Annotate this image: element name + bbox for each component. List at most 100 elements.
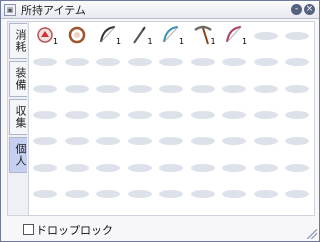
empty-slot-icon bbox=[159, 189, 183, 198]
item-quantity: 1 bbox=[242, 37, 248, 46]
item-slot[interactable] bbox=[219, 129, 249, 151]
drop-lock-checkbox[interactable] bbox=[23, 224, 34, 235]
item-slot[interactable] bbox=[156, 50, 186, 72]
item-slot[interactable] bbox=[93, 50, 123, 72]
item-slot[interactable] bbox=[251, 77, 281, 99]
empty-slot-icon bbox=[285, 58, 309, 67]
empty-slot-icon bbox=[285, 189, 309, 198]
category-tabs: 消耗 装備 収集 個人 bbox=[8, 22, 29, 215]
empty-slot-icon bbox=[64, 110, 89, 119]
item-slot[interactable]: 1 bbox=[125, 24, 155, 46]
item-slot[interactable] bbox=[125, 182, 155, 204]
tab-personal[interactable]: 個人 bbox=[9, 137, 27, 173]
title-bar[interactable]: ▣ 所持アイテム - × bbox=[1, 1, 319, 19]
item-slot[interactable] bbox=[156, 103, 186, 125]
item-slot[interactable] bbox=[125, 103, 155, 125]
item-slot[interactable]: 1 bbox=[93, 24, 123, 46]
item-slot[interactable] bbox=[62, 129, 92, 151]
item-slot[interactable] bbox=[93, 156, 123, 178]
item-slot[interactable] bbox=[30, 156, 60, 178]
item-slot[interactable] bbox=[93, 129, 123, 151]
item-slot[interactable] bbox=[62, 77, 92, 99]
resize-handle-icon[interactable] bbox=[307, 229, 317, 239]
item-slot[interactable]: 1 bbox=[188, 24, 218, 46]
empty-slot-icon bbox=[33, 110, 57, 119]
empty-slot-icon bbox=[96, 163, 120, 172]
item-slot[interactable] bbox=[282, 77, 312, 99]
item-slot[interactable] bbox=[125, 156, 155, 178]
empty-slot-icon bbox=[222, 163, 246, 172]
item-slot[interactable] bbox=[219, 77, 249, 99]
item-slot[interactable] bbox=[282, 156, 312, 178]
item-slot[interactable] bbox=[219, 50, 249, 72]
empty-slot-icon bbox=[222, 189, 246, 198]
item-slot[interactable] bbox=[188, 129, 218, 151]
empty-slot-icon bbox=[127, 163, 152, 172]
item-slot[interactable] bbox=[251, 182, 281, 204]
item-slot[interactable] bbox=[188, 50, 218, 72]
item-slot[interactable] bbox=[93, 77, 123, 99]
item-slot[interactable] bbox=[125, 77, 155, 99]
empty-slot-icon bbox=[190, 137, 215, 146]
close-button[interactable]: × bbox=[304, 4, 315, 15]
item-slot[interactable] bbox=[188, 156, 218, 178]
item-slot[interactable] bbox=[219, 103, 249, 125]
item-slot[interactable] bbox=[156, 156, 186, 178]
minimize-button[interactable]: - bbox=[291, 4, 302, 15]
empty-slot-icon bbox=[190, 163, 215, 172]
item-slot[interactable] bbox=[188, 182, 218, 204]
empty-slot-icon bbox=[222, 137, 246, 146]
tab-consumable[interactable]: 消耗 bbox=[9, 23, 27, 59]
empty-slot-icon bbox=[253, 32, 278, 40]
inventory-window: ▣ 所持アイテム - × 消耗 装備 収集 個人 1 1 1 1 1 1 ドロップロック bbox=[0, 0, 320, 242]
drop-lock-label: ドロップロック bbox=[36, 224, 113, 237]
item-slot[interactable] bbox=[282, 129, 312, 151]
item-slot[interactable]: 1 bbox=[30, 24, 60, 46]
item-slot[interactable] bbox=[156, 129, 186, 151]
ring-bow-icon[interactable] bbox=[66, 24, 88, 46]
item-slot[interactable] bbox=[251, 24, 281, 46]
item-slot[interactable] bbox=[219, 156, 249, 178]
empty-slot-icon bbox=[285, 110, 309, 119]
item-slot[interactable]: 1 bbox=[219, 24, 249, 46]
tab-collection[interactable]: 収集 bbox=[9, 99, 27, 135]
item-slot[interactable] bbox=[282, 24, 312, 46]
empty-slot-icon bbox=[285, 163, 309, 172]
item-slot[interactable] bbox=[30, 103, 60, 125]
item-slot[interactable] bbox=[188, 103, 218, 125]
empty-slot-icon bbox=[96, 137, 120, 146]
empty-slot-icon bbox=[222, 58, 246, 67]
item-slot[interactable] bbox=[30, 50, 60, 72]
item-slot[interactable]: 1 bbox=[156, 24, 186, 46]
item-slot[interactable] bbox=[62, 103, 92, 125]
item-slot[interactable] bbox=[282, 50, 312, 72]
tab-equipment[interactable]: 装備 bbox=[9, 61, 27, 97]
item-slot[interactable] bbox=[30, 182, 60, 204]
item-slot[interactable] bbox=[30, 77, 60, 99]
item-quantity: 1 bbox=[179, 37, 185, 46]
empty-slot-icon bbox=[253, 110, 278, 119]
item-slot[interactable] bbox=[282, 103, 312, 125]
item-slot[interactable] bbox=[93, 103, 123, 125]
item-slot[interactable] bbox=[62, 182, 92, 204]
item-slot[interactable] bbox=[251, 103, 281, 125]
item-slot[interactable] bbox=[93, 182, 123, 204]
item-slot[interactable] bbox=[125, 129, 155, 151]
item-slot[interactable] bbox=[251, 50, 281, 72]
item-slot[interactable] bbox=[251, 156, 281, 178]
item-slot[interactable] bbox=[156, 182, 186, 204]
item-slot[interactable] bbox=[30, 129, 60, 151]
empty-slot-icon bbox=[127, 58, 152, 67]
item-slot[interactable] bbox=[219, 182, 249, 204]
item-slot[interactable] bbox=[188, 77, 218, 99]
item-slot[interactable] bbox=[282, 182, 312, 204]
item-slot[interactable] bbox=[62, 24, 92, 46]
item-slot[interactable] bbox=[251, 129, 281, 151]
item-slot[interactable] bbox=[62, 50, 92, 72]
item-slot[interactable] bbox=[62, 156, 92, 178]
inventory-panel: 消耗 装備 収集 個人 1 1 1 1 1 1 bbox=[7, 21, 315, 216]
item-slot[interactable] bbox=[156, 77, 186, 99]
empty-slot-icon bbox=[64, 84, 89, 93]
window-title: 所持アイテム bbox=[21, 4, 86, 17]
item-slot[interactable] bbox=[125, 50, 155, 72]
